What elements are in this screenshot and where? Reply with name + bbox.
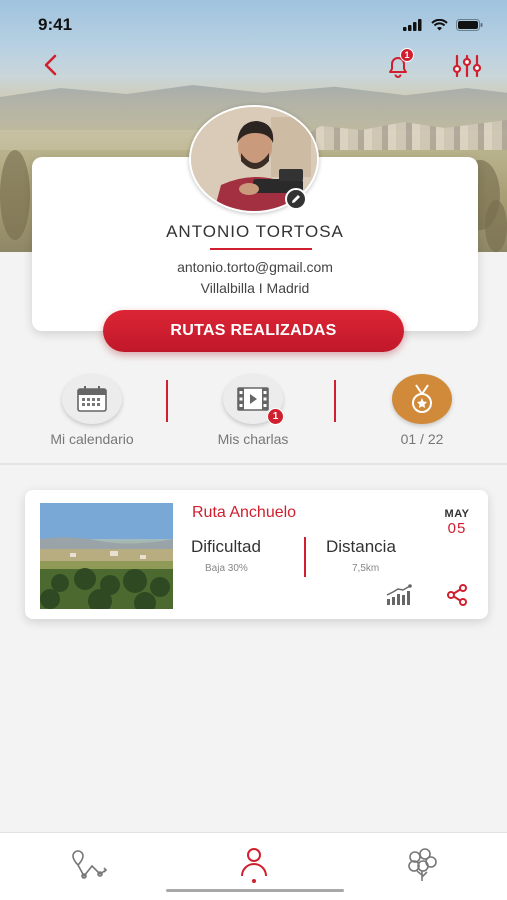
calendar-icon (77, 386, 107, 412)
status-time: 9:41 (38, 15, 73, 34)
route-title[interactable]: Ruta Anchuelo (192, 504, 296, 522)
charlas-label: Mis charlas (217, 431, 289, 447)
wifi-icon (431, 19, 448, 31)
charlas-badge: 1 (267, 408, 284, 425)
profile-location: Villalbilla I Madrid (200, 280, 310, 296)
route-day: 05 (447, 520, 467, 537)
elevation-chart-icon (386, 584, 412, 605)
calendar-button[interactable] (62, 374, 122, 424)
route-map-icon (72, 850, 108, 879)
home-indicator (166, 889, 344, 892)
route-date: MAY 05 (437, 508, 477, 537)
battery-icon (456, 19, 483, 31)
route-photo (40, 503, 173, 609)
avatar[interactable] (189, 105, 319, 213)
sliders-icon (452, 54, 482, 78)
edit-avatar-button[interactable] (285, 188, 307, 210)
chevron-left-icon (44, 54, 57, 76)
share-button[interactable] (446, 584, 468, 611)
quick-link-charlas[interactable]: 1 Mis charlas (206, 374, 300, 447)
share-icon (447, 584, 467, 606)
nav-profile[interactable] (232, 845, 276, 885)
difficulty-label: Dificultad (191, 537, 261, 556)
tree-icon (408, 848, 437, 881)
notification-badge: 1 (400, 48, 414, 62)
difficulty-value: Baja 30% (205, 563, 248, 574)
name-underline (210, 248, 312, 250)
status-bar: 9:41 (0, 0, 507, 50)
back-button[interactable] (36, 50, 64, 80)
nav-nature[interactable] (400, 845, 444, 885)
calendar-label: Mi calendario (50, 431, 134, 447)
quick-link-medals[interactable]: 01 / 22 (380, 374, 464, 447)
distance-label: Distancia (326, 537, 396, 556)
pencil-icon (292, 195, 300, 203)
profile-icon (241, 848, 267, 883)
rutas-realizadas-button[interactable]: RUTAS REALIZADAS (103, 310, 404, 352)
film-icon (237, 387, 269, 411)
elevation-button[interactable] (386, 584, 414, 611)
medals-button[interactable] (392, 374, 452, 424)
quick-links-separator (166, 380, 168, 422)
nav-routes[interactable] (66, 845, 110, 885)
stats-separator (304, 537, 306, 577)
quick-link-calendar[interactable]: Mi calendario (40, 374, 144, 447)
route-card[interactable]: Ruta Anchuelo MAY 05 Dificultad Baja 30%… (25, 490, 488, 619)
quick-links-separator (334, 380, 336, 422)
notifications-button[interactable]: 1 (380, 48, 416, 82)
route-month: MAY (444, 508, 470, 520)
medals-counter: 01 / 22 (400, 431, 444, 447)
charlas-button[interactable]: 1 (223, 374, 284, 425)
section-divider (0, 463, 507, 465)
profile-name: ANTONIO TORTOSA (166, 222, 344, 241)
distance-value: 7,5km (352, 563, 380, 574)
medal-icon (412, 384, 432, 413)
cellular-signal-icon (403, 19, 422, 31)
filter-button[interactable] (450, 50, 484, 82)
profile-email: antonio.torto@gmail.com (177, 259, 333, 275)
